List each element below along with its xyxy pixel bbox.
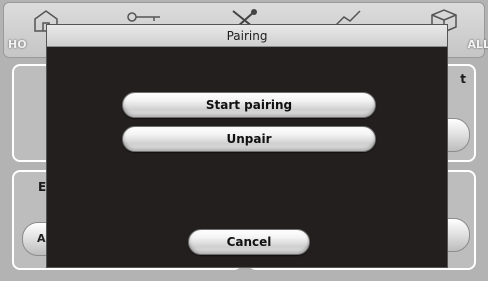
cancel-button[interactable]: Cancel bbox=[188, 229, 310, 255]
panel-bottom-label: E bbox=[38, 180, 47, 194]
unpair-button[interactable]: Unpair bbox=[122, 126, 376, 152]
panel-right-label: t bbox=[460, 72, 466, 86]
pairing-dialog: Pairing Start pairing Unpair Cancel bbox=[46, 24, 448, 268]
start-pairing-button[interactable]: Start pairing bbox=[122, 92, 376, 118]
app-screen: HO ALL t E A Pairing Start pairing Unpai… bbox=[0, 0, 488, 281]
background-pill-left-label: A bbox=[37, 232, 46, 245]
dialog-title: Pairing bbox=[47, 25, 447, 47]
